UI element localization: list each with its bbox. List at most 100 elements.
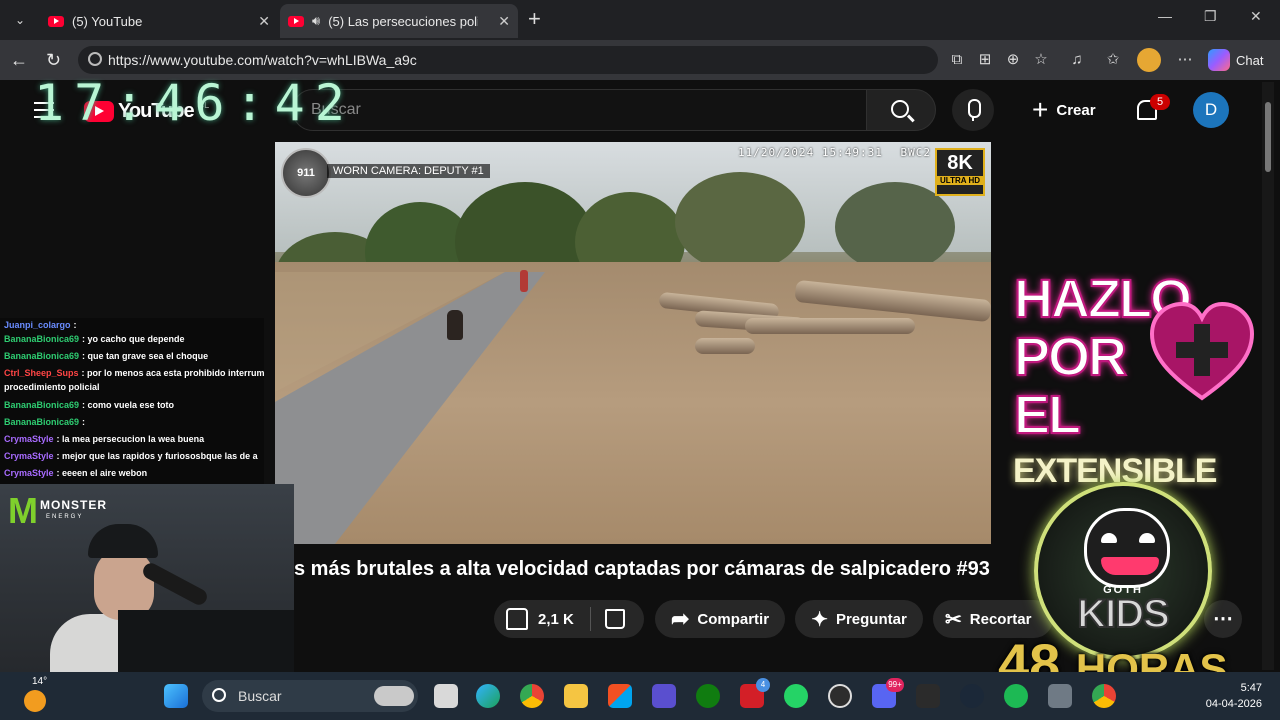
new-tab-plus-icon[interactable]: + [528,8,541,30]
like-thumb-up-icon[interactable] [506,608,528,630]
dislike-thumb-down-icon[interactable] [604,609,625,629]
copilot-chat-button[interactable]: Chat [1208,47,1263,73]
chat-message: BananaBionica69: yo cacho que depende [4,334,266,344]
edge-browser-icon[interactable] [476,684,500,708]
close-tab-icon[interactable]: ✕ [498,13,510,30]
share-label: Compartir [697,610,770,628]
chat-username[interactable]: BananaBionica69 [4,351,79,361]
chat-username[interactable]: CrymaStyle [4,468,54,478]
system-clock[interactable]: 5:47 04-04-2026 [1198,680,1262,712]
chat-text: procedimiento policial [4,382,100,392]
weather-widget[interactable]: 14° [24,676,48,716]
media-control-icon[interactable]: ♫ [1068,51,1086,69]
store-icon[interactable] [608,684,632,708]
reload-icon[interactable]: ↻ [46,50,61,70]
task-view-icon[interactable] [434,684,458,708]
chat-message: BananaBionica69: [4,417,266,427]
share-arrow-icon: ➦ [670,606,690,631]
url-text[interactable]: https://www.youtube.com/watch?v=whLIBWa_… [108,52,417,68]
more-menu-icon[interactable]: ⋯ [1176,51,1194,69]
terminal-icon[interactable] [916,684,940,708]
office-badge: 4 [756,678,770,692]
chat-label: Chat [1236,52,1264,68]
tab-list-chevron-icon[interactable]: ⌄ [8,8,32,32]
spotify-icon[interactable] [1004,684,1028,708]
tab-video[interactable]: 🔊︎ (5) Las persecuciones policiale ✕ [280,4,518,38]
chat-username[interactable]: BananaBionica69 [4,334,79,344]
chat-text: : mejor que las rapidos y furiososbque l… [56,451,258,461]
user-avatar[interactable]: D [1193,92,1229,128]
chat-username[interactable]: CrymaStyle [4,451,54,461]
screen: ⌄ (5) YouTube ✕ 🔊︎ (5) Las persecuciones… [0,0,1280,720]
file-explorer-icon[interactable] [564,684,588,708]
windows-taskbar: 14° Buscar 4 99+ 5:47 04-04-2026 [0,672,1280,720]
search-icon [891,100,909,118]
browser-tab-strip: ⌄ (5) YouTube ✕ 🔊︎ (5) Las persecuciones… [0,0,1280,40]
create-button[interactable]: + Crear [1024,91,1104,129]
chrome-alt-icon[interactable] [1092,684,1116,708]
page-scrollbar[interactable] [1262,82,1274,670]
share-button[interactable]: ➦ Compartir [655,600,785,638]
apps-icon[interactable]: ⊞ [976,51,994,69]
search-button[interactable] [866,89,936,131]
video-title: s más brutales a alta velocidad captadas… [294,558,990,580]
favorite-star-icon[interactable]: ☆ [1032,51,1050,69]
search-highlight-icon[interactable] [374,686,414,706]
windows-start-icon[interactable] [164,684,188,708]
monster-sub: ENERGY [46,514,84,520]
profile-avatar[interactable] [1137,48,1161,72]
minimize-icon[interactable]: — [1158,8,1172,24]
camera-id-text: BWC2 [900,146,931,159]
favorites-icon[interactable]: ✩ [1104,51,1122,69]
weather-sun-icon [24,690,46,712]
notification-count-badge: 5 [1150,94,1170,110]
chat-username[interactable]: Juanpi_colargo [4,320,71,330]
monster-claw-icon: M [8,490,38,531]
8k-ultra-hd-badge: 8K ULTRA HD [935,148,985,196]
settings-gear-icon[interactable] [1048,684,1072,708]
heart-plus-icon [1149,301,1255,401]
whatsapp-icon[interactable] [784,684,808,708]
chat-message: procedimiento policial [4,382,266,392]
quality-sub-label: ULTRA HD [937,176,983,185]
copilot-icon [1208,49,1230,71]
tab-title: (5) YouTube [72,13,143,29]
close-window-icon[interactable]: ✕ [1250,8,1262,25]
xbox-icon[interactable] [696,684,720,708]
clock-date: 04-04-2026 [1205,698,1262,710]
video-player[interactable]: 911 WORN CAMERA: DEPUTY #1 11/20/2024 15… [275,142,991,544]
youtube-favicon-icon [48,15,64,27]
steam-icon[interactable] [960,684,984,708]
speaker-icon[interactable]: 🔊︎ [312,13,320,29]
site-info-icon[interactable] [88,52,102,66]
back-arrow-icon[interactable]: ← [10,50,28,70]
translate-icon[interactable]: ⧉ [948,51,966,69]
ask-button[interactable]: ✦ Preguntar [795,600,923,638]
video-timestamp: 11/20/2024 15:49:31 BWC2 [738,146,931,159]
security-shield-icon[interactable] [652,684,676,708]
zoom-icon[interactable]: ⊕ [1004,51,1022,69]
close-tab-icon[interactable]: ✕ [258,13,270,30]
chat-username[interactable]: BananaBionica69 [4,417,79,427]
discord-badge: 99+ [886,678,904,692]
chrome-icon[interactable] [520,684,544,708]
taskbar-search-placeholder: Buscar [238,688,282,704]
address-bar[interactable]: https://www.youtube.com/watch?v=whLIBWa_… [78,46,938,74]
tab-youtube[interactable]: (5) YouTube ✕ [40,4,278,38]
chat-message: BananaBionica69: que tan grave sea el ch… [4,351,266,361]
scrollbar-thumb[interactable] [1265,102,1271,172]
log [695,338,755,354]
chat-username[interactable]: Ctrl_Sheep_Sups [4,368,79,378]
chat-username[interactable]: BananaBionica69 [4,400,79,410]
chat-message: CrymaStyle: eeeen el aire webon [4,468,266,478]
monster-brand: MONSTER [40,498,107,512]
search-input[interactable]: Buscar [292,89,870,131]
voice-search-mic-icon[interactable] [952,89,994,131]
like-count[interactable]: 2,1 K [538,611,574,628]
maximize-icon[interactable]: ❐ [1204,8,1217,25]
obs-icon[interactable] [828,684,852,708]
chat-text: : [82,417,86,427]
chat-username[interactable]: CrymaStyle [4,434,54,444]
weather-temp: 14° [32,676,48,687]
stream-clock-overlay: 17:46:42 [34,74,355,132]
